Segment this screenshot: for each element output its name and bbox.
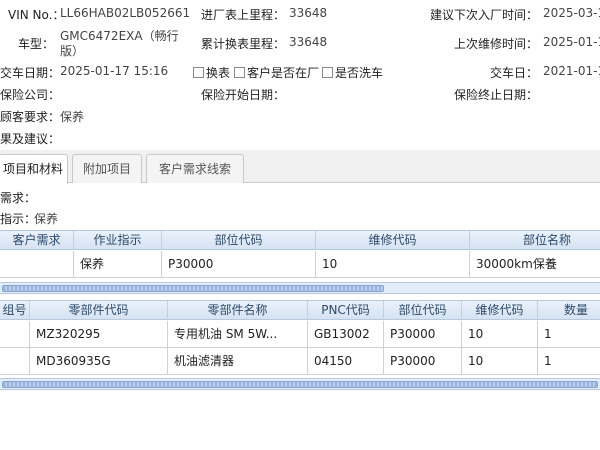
delivery-date-label: 交车日： bbox=[490, 66, 539, 80]
col-part-name[interactable]: 部位名称 bbox=[470, 231, 600, 250]
checkbox-box-icon bbox=[234, 67, 245, 78]
next-visit-value: 2025-03-17 bbox=[543, 6, 600, 20]
cell-group-no bbox=[0, 348, 30, 374]
col-work-instruction[interactable]: 作业指示 bbox=[74, 231, 162, 250]
tab-bar: 项目和材料 附加项目 客户需求线索 bbox=[0, 150, 600, 184]
table-row[interactable]: MD360935G 机油滤清器 04150 P30000 10 1 bbox=[0, 348, 600, 375]
insurance-company-label: 保险公司： bbox=[0, 88, 61, 102]
vin-label: VIN No.： bbox=[8, 8, 65, 22]
col-location-code[interactable]: 部位代码 bbox=[384, 301, 462, 320]
items-table-header: 客户需求 作业指示 部位代码 维修代码 部位名称 bbox=[0, 230, 600, 250]
customer-request-value: 保养 bbox=[60, 110, 85, 124]
wash-car-label: 是否洗车 bbox=[335, 66, 384, 80]
table-row[interactable]: MZ320295 专用机油 SM 5W... GB13002 P30000 10… bbox=[0, 321, 600, 348]
vehicle-info-form: VIN No.： LL66HAB02LB052661 进厂表上里程： 33648… bbox=[0, 0, 600, 150]
scrollbar-thumb[interactable] bbox=[2, 285, 384, 292]
cell-part-description: 机油滤清器 bbox=[168, 348, 308, 374]
cell-location-code: P30000 bbox=[384, 321, 462, 347]
scrollbar-thumb[interactable] bbox=[2, 381, 598, 388]
model-label: 车型： bbox=[18, 37, 55, 51]
insurance-end-label: 保险终止日期： bbox=[454, 88, 539, 102]
cell-pnc-code: 04150 bbox=[308, 348, 384, 374]
cell-service-code: 10 bbox=[462, 321, 538, 347]
col-quantity[interactable]: 数量 bbox=[538, 301, 600, 320]
cell-repair-code: 10 bbox=[316, 251, 470, 277]
cell-customer-request bbox=[0, 251, 74, 277]
insurance-start-label: 保险开始日期： bbox=[201, 88, 286, 102]
col-part-number[interactable]: 零部件代码 bbox=[30, 301, 168, 320]
model-value-line2: 版） bbox=[60, 44, 85, 58]
request-label: 需求： bbox=[0, 191, 37, 205]
parts-horizontal-scrollbar[interactable] bbox=[0, 378, 600, 390]
parts-table-header: 组号 零部件代码 零部件名称 PNC代码 部位代码 维修代码 数量 bbox=[0, 300, 600, 320]
tab-additional-items[interactable]: 附加项目 bbox=[72, 154, 142, 183]
customer-in-factory-label: 客户是否在厂 bbox=[247, 66, 320, 80]
tab-items-materials[interactable]: 项目和材料 bbox=[0, 154, 68, 184]
cumulative-mileage-value: 33648 bbox=[289, 35, 328, 49]
next-visit-label: 建议下次入厂时间： bbox=[430, 8, 539, 22]
result-suggest-label: 果及建议： bbox=[0, 132, 61, 146]
customer-in-factory-checkbox[interactable]: 客户是否在厂 bbox=[234, 64, 319, 81]
instruction-value: 保养 bbox=[34, 212, 59, 226]
last-service-label: 上次维修时间： bbox=[454, 37, 539, 51]
replace-meter-label: 换表 bbox=[206, 66, 231, 80]
col-group-no[interactable]: 组号 bbox=[0, 301, 30, 320]
col-customer-request[interactable]: 客户需求 bbox=[0, 231, 74, 250]
tab-customer-leads[interactable]: 客户需求线索 bbox=[146, 154, 244, 183]
col-part-description[interactable]: 零部件名称 bbox=[168, 301, 308, 320]
cell-part-description: 专用机油 SM 5W... bbox=[168, 321, 308, 347]
handover-date-label: 交车日期： bbox=[0, 66, 61, 80]
cell-part-name: 30000km保養 bbox=[476, 257, 557, 271]
col-part-code[interactable]: 部位代码 bbox=[162, 231, 316, 250]
last-service-value: 2025-01-17 bbox=[543, 35, 600, 49]
handover-date-value: 2025-01-17 15:16 bbox=[60, 64, 169, 78]
cell-part-number: MZ320295 bbox=[30, 321, 168, 347]
col-repair-code[interactable]: 维修代码 bbox=[316, 231, 470, 250]
cell-quantity: 1 bbox=[544, 327, 552, 341]
replace-meter-checkbox[interactable]: 换表 bbox=[193, 64, 230, 81]
checkbox-box-icon bbox=[193, 67, 204, 78]
col-service-code[interactable]: 维修代码 bbox=[462, 301, 538, 320]
cell-group-no bbox=[0, 321, 30, 347]
cell-work-instruction: 保养 bbox=[74, 251, 162, 277]
checkbox-box-icon bbox=[322, 67, 333, 78]
factory-mileage-value: 33648 bbox=[289, 6, 328, 20]
cell-pnc-code: GB13002 bbox=[308, 321, 384, 347]
wash-car-checkbox[interactable]: 是否洗车 bbox=[322, 64, 383, 81]
vin-value: LL66HAB02LB052661 bbox=[60, 6, 191, 20]
col-pnc-code[interactable]: PNC代码 bbox=[308, 301, 384, 320]
items-horizontal-scrollbar[interactable] bbox=[0, 282, 600, 294]
factory-mileage-label: 进厂表上里程： bbox=[201, 8, 286, 22]
cumulative-mileage-label: 累计换表里程： bbox=[201, 37, 286, 51]
cell-part-code: P30000 bbox=[162, 251, 316, 277]
cell-quantity: 1 bbox=[544, 354, 552, 368]
instruction-label: 指示： bbox=[0, 212, 37, 226]
cell-service-code: 10 bbox=[462, 348, 538, 374]
table-row[interactable]: 保养 P30000 10 30000km保養 bbox=[0, 251, 600, 278]
delivery-date-value: 2021-01-14 bbox=[543, 64, 600, 78]
cell-part-number: MD360935G bbox=[30, 348, 168, 374]
cell-location-code: P30000 bbox=[384, 348, 462, 374]
customer-request-label: 顾客要求： bbox=[0, 110, 61, 124]
